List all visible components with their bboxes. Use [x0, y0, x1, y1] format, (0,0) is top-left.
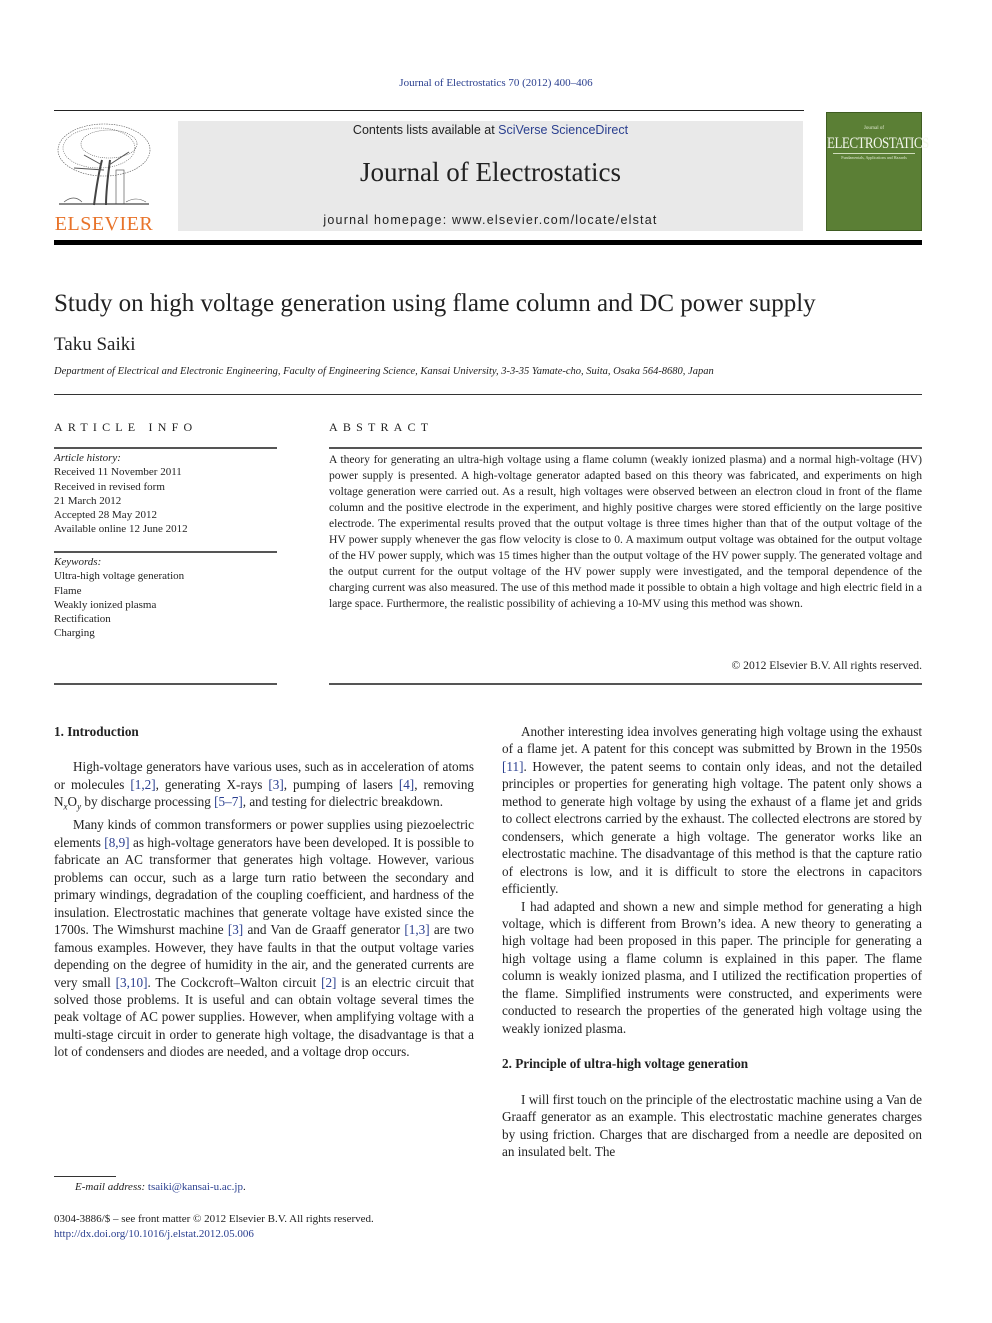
- keyword-item: Rectification: [54, 613, 111, 626]
- paragraph: I will first touch on the principle of t…: [502, 1091, 922, 1159]
- paragraph: Many kinds of common transformers or pow…: [54, 817, 474, 1060]
- article-title: Study on high voltage generation using f…: [54, 290, 816, 317]
- elsevier-tree-icon: [57, 123, 151, 206]
- keywords-label: Keywords:: [54, 556, 102, 568]
- keyword-item: Weakly ionized plasma: [54, 598, 157, 611]
- email-suffix: .: [242, 1181, 246, 1193]
- citation-link[interactable]: [3,10]: [116, 975, 148, 990]
- author-affiliation: Department of Electrical and Electronic …: [54, 366, 714, 377]
- footnote-rule: [54, 1176, 116, 1177]
- front-matter: 0304-3886/$ – see front matter © 2012 El…: [54, 1212, 374, 1242]
- elsevier-logo[interactable]: ELSEVIER: [54, 120, 154, 235]
- citation-link[interactable]: [3]: [228, 922, 243, 937]
- affiliation-rule: [54, 394, 922, 395]
- citation-link[interactable]: [4]: [399, 777, 414, 792]
- citation-link[interactable]: [1,2]: [130, 777, 155, 792]
- citation-link[interactable]: [2]: [321, 975, 336, 990]
- contents-line: Contents lists available at SciVerse Sci…: [178, 123, 803, 137]
- section-heading-introduction: 1. Introduction: [54, 724, 139, 739]
- article-history: Article history: Received 11 November 20…: [54, 451, 188, 537]
- abstract-heading: ABSTRACT: [329, 420, 434, 434]
- abstract-text: A theory for generating an ultra-high vo…: [329, 453, 922, 610]
- article-author: Taku Saiki: [54, 334, 136, 355]
- footnote-email: E-mail address: tsaiki@kansai-u.ac.jp.: [75, 1181, 246, 1193]
- article-info-heading: ARTICLE INFO: [54, 420, 198, 434]
- subscript: y: [77, 802, 82, 812]
- header-thick-rule: [54, 240, 922, 245]
- body-column-left: 1. Introduction High-voltage generators …: [54, 723, 474, 1061]
- history-item: Received in revised form: [54, 480, 165, 493]
- journal-title: Journal of Electrostatics: [360, 157, 621, 187]
- cover-title: ELECTROSTATICS: [827, 133, 929, 152]
- history-item: Received 11 November 2011: [54, 466, 182, 479]
- contents-prefix: Contents lists available at: [352, 123, 499, 137]
- elsevier-wordmark: ELSEVIER: [54, 213, 154, 235]
- cover-rule: [833, 153, 915, 154]
- front-matter-text: 0304-3886/$ – see front matter © 2012 El…: [54, 1213, 374, 1225]
- sciencedirect-link[interactable]: SciVerse ScienceDirect: [498, 123, 628, 137]
- abstract-rule: [329, 447, 922, 449]
- abstract-copyright: © 2012 Elsevier B.V. All rights reserved…: [731, 659, 922, 672]
- journal-citation[interactable]: Journal of Electrostatics 70 (2012) 400–…: [0, 77, 992, 89]
- subscript: x: [63, 802, 68, 812]
- paragraph: I had adapted and shown a new and simple…: [502, 898, 922, 1036]
- cover-journal-of: Journal of: [863, 126, 885, 131]
- paragraph: High-voltage generators have various use…: [54, 759, 475, 812]
- keywords-rule: [54, 551, 277, 553]
- article-info-end-rule: [54, 683, 277, 685]
- article-info-rule: [54, 447, 277, 449]
- keyword-item: Flame: [54, 584, 82, 597]
- history-item: Accepted 28 May 2012: [54, 509, 157, 522]
- keyword-item: Charging: [54, 627, 95, 640]
- keyword-item: Ultra-high voltage generation: [54, 570, 185, 583]
- history-item: 21 March 2012: [54, 494, 122, 507]
- doi-link[interactable]: http://dx.doi.org/10.1016/j.elstat.2012.…: [54, 1227, 374, 1242]
- header-rule: [54, 110, 804, 111]
- paragraph: Another interesting idea involves genera…: [502, 724, 922, 897]
- journal-banner: Contents lists available at SciVerse Sci…: [178, 121, 803, 231]
- citation-link[interactable]: [11]: [502, 759, 523, 774]
- keywords: Keywords: Ultra-high voltage generation …: [54, 555, 184, 641]
- citation-link[interactable]: [8,9]: [104, 835, 129, 850]
- cover-subtitle: Fundamentals, Applications and Hazards: [841, 155, 907, 160]
- body-column-right: Another interesting idea involves genera…: [502, 723, 922, 1160]
- journal-homepage[interactable]: journal homepage: www.elsevier.com/locat…: [178, 213, 803, 227]
- history-item: Available online 12 June 2012: [54, 523, 188, 536]
- email-label: E-mail address:: [75, 1181, 148, 1193]
- citation-link[interactable]: [3]: [268, 777, 283, 792]
- history-label: Article history:: [54, 452, 121, 464]
- citation-link[interactable]: [5–7]: [214, 794, 243, 809]
- email-link[interactable]: tsaiki@kansai-u.ac.jp: [148, 1181, 243, 1193]
- section-heading-principle: 2. Principle of ultra-high voltage gener…: [502, 1056, 749, 1072]
- abstract-end-rule: [329, 683, 922, 685]
- citation-link[interactable]: [1,3]: [404, 922, 429, 937]
- journal-cover-image[interactable]: Journal of ELECTROSTATICS Fundamentals, …: [826, 112, 929, 231]
